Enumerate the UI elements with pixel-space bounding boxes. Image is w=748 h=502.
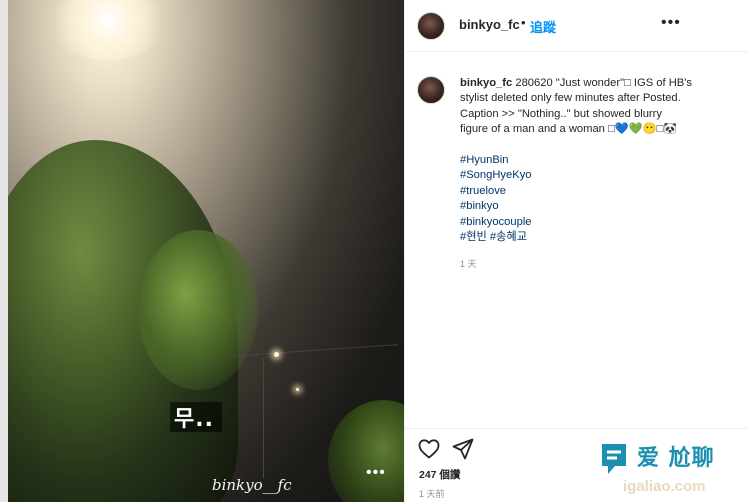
caption-avatar[interactable] [417, 76, 445, 104]
caption-username[interactable]: binkyo_fc [460, 77, 512, 89]
header-username[interactable]: binkyo_fc [459, 17, 520, 32]
site-logo-watermark: 爱 尬聊 igaliao.com [597, 440, 748, 502]
photo-watermark: binkyo__fc [212, 476, 292, 494]
bush-foliage [328, 400, 404, 502]
avatar[interactable] [417, 12, 445, 40]
post-header: binkyo_fc • 追蹤 ••• [405, 0, 748, 52]
caption-text: binkyo_fc 280620 "Just wonder"□ IGS of H… [460, 76, 692, 138]
post-timestamp: 1 天前 [419, 489, 445, 499]
hashtag-link[interactable]: #truelove [460, 184, 532, 199]
hashtag-link[interactable]: #binkyocouple [460, 215, 532, 230]
hashtag-link[interactable]: #송혜교 [490, 231, 527, 243]
logo-text: 爱 尬聊 [637, 446, 715, 471]
separator-dot: • [521, 15, 526, 30]
more-horizontal-icon[interactable]: ••• [661, 14, 681, 32]
left-border [0, 0, 8, 502]
tree-foliage-highlight [138, 230, 258, 390]
lamp-pole [263, 358, 264, 478]
heart-icon[interactable] [417, 437, 441, 461]
post-sidebar: binkyo_fc • 追蹤 ••• binkyo_fc 280620 "Jus… [404, 0, 748, 502]
hashtag-list: #HyunBin #SongHyeKyo #truelove #binkyo #… [460, 153, 532, 245]
more-horizontal-icon[interactable]: ••• [366, 464, 386, 482]
power-line [228, 344, 398, 357]
street-lamp [274, 352, 279, 357]
korean-hashtags: #현빈 #송혜교 [460, 230, 532, 245]
like-count[interactable]: 247 個讚 [419, 467, 460, 482]
caption-timestamp: 1 天 [460, 259, 477, 269]
street-light-glow [48, 0, 168, 60]
street-lamp [296, 388, 299, 391]
hashtag-link[interactable]: #HyunBin [460, 153, 532, 168]
text-sticker: 무.. [170, 402, 222, 432]
hashtag-link[interactable]: #binkyo [460, 199, 532, 214]
post-photo[interactable]: 무.. binkyo__fc ••• [8, 0, 404, 502]
follow-button[interactable]: 追蹤 [530, 17, 556, 36]
chat-bubble-icon [602, 444, 626, 474]
send-icon[interactable] [451, 437, 475, 461]
hashtag-link[interactable]: #현빈 [460, 231, 487, 243]
logo-url: igaliao.com [623, 478, 706, 495]
instagram-post-window: 무.. binkyo__fc ••• binkyo_fc • 追蹤 ••• bi… [0, 0, 748, 502]
hashtag-link[interactable]: #SongHyeKyo [460, 168, 532, 183]
